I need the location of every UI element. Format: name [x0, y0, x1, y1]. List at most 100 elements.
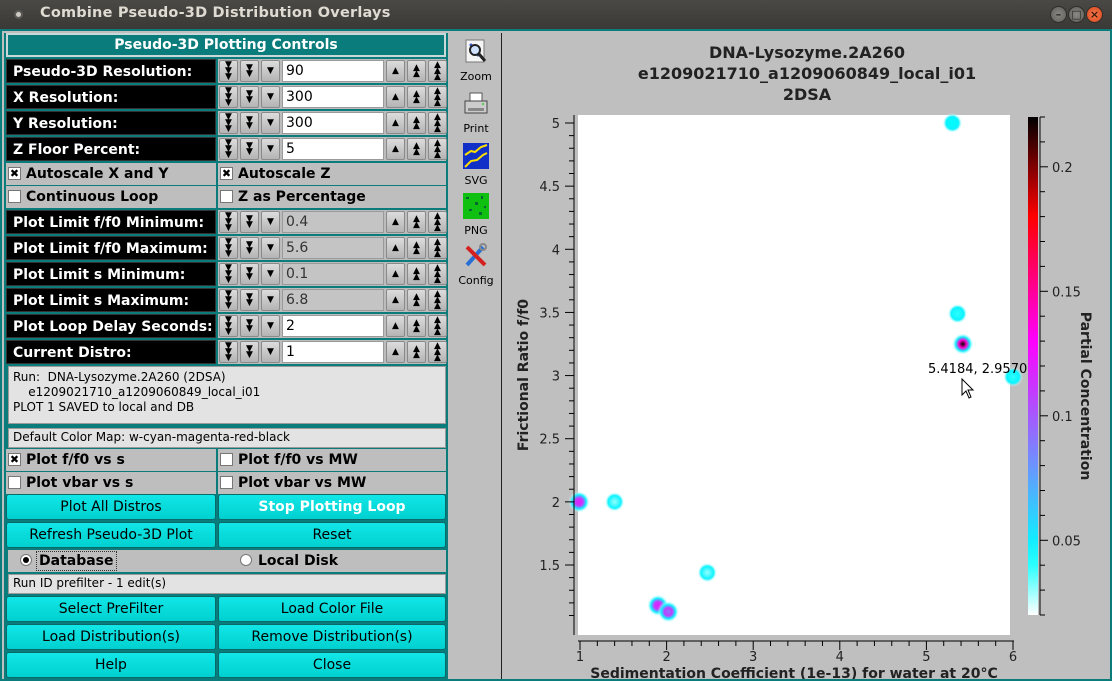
decrement-small-button[interactable]: ▼: [261, 138, 280, 160]
increment-medium-button[interactable]: ▲ ▲: [407, 315, 426, 337]
distribution-plot[interactable]: 1 2 3 4 5 61.522.533.544.55Sedimentation Coef…: [504, 33, 1110, 679]
decrement-small-button[interactable]: ▼: [261, 315, 280, 337]
decrement-medium-button[interactable]: ▼ ▼: [240, 211, 259, 233]
help-button[interactable]: Help: [6, 652, 216, 678]
minimize-button[interactable]: –: [1050, 6, 1067, 23]
increment-small-button[interactable]: ▲: [386, 341, 405, 363]
counter-value-field[interactable]: 1: [282, 341, 384, 363]
checkbox[interactable]: ✖: [220, 167, 233, 180]
checkbox-item[interactable]: Continuous Loop: [6, 186, 216, 208]
increment-large-button[interactable]: ▲ ▲ ▲: [428, 112, 447, 134]
decrement-medium-button[interactable]: ▼ ▼: [240, 237, 259, 259]
counter-value-field[interactable]: 300: [282, 86, 384, 108]
refresh-plot-button[interactable]: Refresh Pseudo-3D Plot: [6, 522, 216, 548]
increment-small-button[interactable]: ▲: [386, 237, 405, 259]
increment-large-button[interactable]: ▲ ▲ ▲: [428, 289, 447, 311]
increment-small-button[interactable]: ▲: [386, 86, 405, 108]
increment-large-button[interactable]: ▲ ▲ ▲: [428, 211, 447, 233]
decrement-small-button[interactable]: ▼: [261, 263, 280, 285]
checkbox[interactable]: [220, 190, 233, 203]
decrement-medium-button[interactable]: ▼ ▼: [240, 341, 259, 363]
counter-value-field[interactable]: 300: [282, 112, 384, 134]
increment-medium-button[interactable]: ▲ ▲: [407, 263, 426, 285]
decrement-large-button[interactable]: ▼ ▼ ▼: [219, 60, 238, 82]
increment-small-button[interactable]: ▲: [386, 289, 405, 311]
decrement-large-button[interactable]: ▼ ▼ ▼: [219, 86, 238, 108]
checkbox-item[interactable]: Plot vbar vs MW: [218, 472, 446, 494]
increment-small-button[interactable]: ▲: [386, 60, 405, 82]
increment-small-button[interactable]: ▲: [386, 112, 405, 134]
decrement-large-button[interactable]: ▼ ▼ ▼: [219, 263, 238, 285]
increment-large-button[interactable]: ▲ ▲ ▲: [428, 237, 447, 259]
increment-large-button[interactable]: ▲ ▲ ▲: [428, 341, 447, 363]
increment-large-button[interactable]: ▲ ▲ ▲: [428, 138, 447, 160]
decrement-small-button[interactable]: ▼: [261, 211, 280, 233]
counter-value-field[interactable]: 5: [282, 138, 384, 160]
increment-medium-button[interactable]: ▲ ▲: [407, 60, 426, 82]
increment-large-button[interactable]: ▲ ▲ ▲: [428, 86, 447, 108]
increment-large-button[interactable]: ▲ ▲ ▲: [428, 315, 447, 337]
svg-tool[interactable]: SVG: [452, 143, 500, 187]
increment-medium-button[interactable]: ▲ ▲: [407, 112, 426, 134]
decrement-medium-button[interactable]: ▼ ▼: [240, 60, 259, 82]
decrement-large-button[interactable]: ▼ ▼ ▼: [219, 237, 238, 259]
increment-medium-button[interactable]: ▲ ▲: [407, 138, 426, 160]
checkbox[interactable]: [220, 453, 233, 466]
checkbox[interactable]: ✖: [8, 453, 21, 466]
increment-medium-button[interactable]: ▲ ▲: [407, 211, 426, 233]
decrement-medium-button[interactable]: ▼ ▼: [240, 138, 259, 160]
decrement-small-button[interactable]: ▼: [261, 341, 280, 363]
load-color-file-button[interactable]: Load Color File: [218, 596, 446, 622]
remove-distributions-button[interactable]: Remove Distribution(s): [218, 624, 446, 650]
increment-small-button[interactable]: ▲: [386, 138, 405, 160]
increment-medium-button[interactable]: ▲ ▲: [407, 289, 426, 311]
decrement-large-button[interactable]: ▼ ▼ ▼: [219, 341, 238, 363]
counter-value-field[interactable]: 90: [282, 60, 384, 82]
increment-medium-button[interactable]: ▲ ▲: [407, 86, 426, 108]
local-disk-radio[interactable]: [240, 554, 252, 566]
increment-small-button[interactable]: ▲: [386, 211, 405, 233]
decrement-small-button[interactable]: ▼: [261, 112, 280, 134]
counter-value-field[interactable]: 2: [282, 315, 384, 337]
checkbox[interactable]: [220, 476, 233, 489]
counter-value-field[interactable]: 0.1: [282, 263, 384, 285]
local-disk-label[interactable]: Local Disk: [258, 551, 338, 571]
png-tool[interactable]: PNG: [452, 193, 500, 237]
checkbox-item[interactable]: Plot f/f0 vs MW: [218, 449, 446, 471]
close-window-button[interactable]: ×: [1086, 6, 1103, 23]
counter-value-field[interactable]: 5.6: [282, 237, 384, 259]
checkbox-item[interactable]: Z as Percentage: [218, 186, 446, 208]
checkbox-item[interactable]: ✖ Autoscale Z: [218, 163, 446, 185]
increment-large-button[interactable]: ▲ ▲ ▲: [428, 60, 447, 82]
decrement-large-button[interactable]: ▼ ▼ ▼: [219, 211, 238, 233]
increment-small-button[interactable]: ▲: [386, 263, 405, 285]
decrement-large-button[interactable]: ▼ ▼ ▼: [219, 112, 238, 134]
decrement-small-button[interactable]: ▼: [261, 237, 280, 259]
checkbox-item[interactable]: ✖ Plot f/f0 vs s: [6, 449, 216, 471]
print-tool[interactable]: Print: [452, 91, 500, 135]
close-button[interactable]: Close: [218, 652, 446, 678]
plot-all-distros-button[interactable]: Plot All Distros: [6, 494, 216, 520]
decrement-medium-button[interactable]: ▼ ▼: [240, 112, 259, 134]
counter-value-field[interactable]: 6.8: [282, 289, 384, 311]
increment-medium-button[interactable]: ▲ ▲: [407, 341, 426, 363]
window-menu-icon[interactable]: [14, 10, 23, 19]
maximize-button[interactable]: □: [1068, 6, 1085, 23]
decrement-small-button[interactable]: ▼: [261, 86, 280, 108]
increment-large-button[interactable]: ▲ ▲ ▲: [428, 263, 447, 285]
checkbox[interactable]: [8, 476, 21, 489]
stop-plotting-loop-button[interactable]: Stop Plotting Loop: [218, 494, 446, 520]
decrement-large-button[interactable]: ▼ ▼ ▼: [219, 315, 238, 337]
decrement-small-button[interactable]: ▼: [261, 289, 280, 311]
decrement-medium-button[interactable]: ▼ ▼: [240, 263, 259, 285]
decrement-medium-button[interactable]: ▼ ▼: [240, 315, 259, 337]
checkbox[interactable]: ✖: [8, 167, 21, 180]
decrement-large-button[interactable]: ▼ ▼ ▼: [219, 289, 238, 311]
increment-small-button[interactable]: ▲: [386, 315, 405, 337]
select-prefilter-button[interactable]: Select PreFilter: [6, 596, 216, 622]
zoom-tool[interactable]: Zoom: [452, 39, 500, 83]
decrement-large-button[interactable]: ▼ ▼ ▼: [219, 138, 238, 160]
checkbox-item[interactable]: ✖ Autoscale X and Y: [6, 163, 216, 185]
config-tool[interactable]: Config: [452, 243, 500, 287]
checkbox-item[interactable]: Plot vbar vs s: [6, 472, 216, 494]
